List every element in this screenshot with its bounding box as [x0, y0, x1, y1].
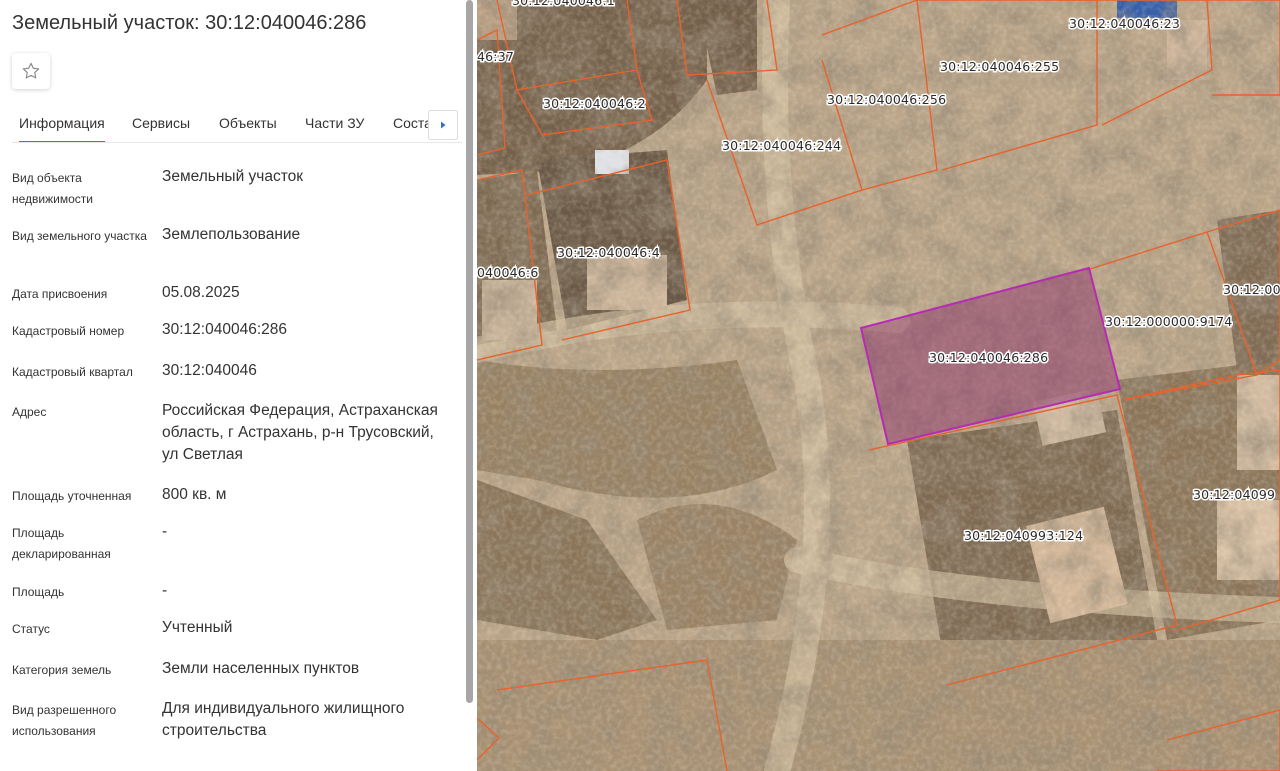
parcel-label: 30:12:00 — [1223, 282, 1280, 297]
info-panel: Земельный участок: 30:12:040046:286 Инфо… — [0, 0, 476, 771]
parcel-label: 30:12:04099 — [1193, 487, 1275, 502]
property-value: Землепользование — [162, 226, 301, 243]
property-value: 30:12:040046:286 — [162, 321, 287, 338]
tab-objects[interactable]: Объекты — [219, 103, 277, 142]
property-label: Адрес — [12, 405, 47, 419]
property-value: Земельный участок — [162, 168, 304, 185]
property-value: 800 кв. м — [162, 486, 227, 503]
property-value: - — [162, 582, 168, 599]
parcel-label: 30:12:000000:9174 — [1105, 314, 1232, 329]
property-label: Вид земельного участка — [12, 229, 147, 243]
parcel-label: 30:12:040046:2 — [543, 96, 646, 111]
property-label: Вид объекта недвижимости — [12, 171, 93, 206]
tab-composition[interactable]: Соста — [393, 103, 432, 142]
star-icon — [22, 62, 40, 79]
property-value: Для индивидуального жилищного строительс… — [162, 700, 405, 739]
tabs-scroll-right-button[interactable] — [428, 110, 458, 140]
cadastral-map[interactable]: 30:12:040046:1 30:12:040046:23 46:37 30:… — [477, 0, 1280, 771]
favorite-button[interactable] — [12, 53, 50, 89]
panel-scrollbar[interactable] — [466, 0, 473, 703]
property-label: Площадь — [12, 585, 65, 599]
property-value: - — [162, 523, 168, 540]
property-label: Кадастровый номер — [12, 324, 125, 338]
parcel-label: 30:12:040046:4 — [557, 245, 660, 260]
tab-services[interactable]: Сервисы — [132, 103, 190, 142]
parcel-label: 30:12:040993:124 — [964, 528, 1083, 543]
parcel-label: 30:12:040046:286 — [929, 350, 1048, 365]
property-value: Российская Федерация, Астраханская облас… — [162, 402, 438, 463]
parcel-label: 30:12:040046:244 — [722, 138, 841, 153]
property-value: Земли населенных пунктов — [162, 660, 360, 677]
property-value: Учтенный — [162, 619, 233, 636]
tab-information[interactable]: Информация — [19, 103, 105, 142]
parcel-label: 30:12:040046:23 — [1069, 16, 1180, 31]
caret-right-icon — [441, 121, 446, 129]
property-label: Дата присвоения — [12, 287, 108, 301]
property-label: Категория земель — [12, 663, 112, 677]
parcel-label: 30:12:040046:256 — [827, 92, 946, 107]
parcel-label: 46:37 — [477, 49, 514, 64]
property-label: Статус — [12, 622, 50, 636]
map-canvas[interactable]: 30:12:040046:1 30:12:040046:23 46:37 30:… — [477, 0, 1280, 771]
tab-parts[interactable]: Части ЗУ — [305, 103, 364, 142]
property-label: Кадастровый квартал — [12, 365, 133, 379]
property-label: Площадь декларированная — [12, 526, 111, 561]
parcel-label: 040046:6 — [477, 265, 538, 280]
parcel-label: 30:12:040046:255 — [940, 59, 1059, 74]
property-label: Вид разрешенного использования — [12, 703, 117, 738]
parcel-label: 30:12:040046:1 — [512, 0, 615, 8]
property-value: 05.08.2025 — [162, 284, 240, 301]
property-value: 30:12:040046 — [162, 362, 257, 379]
tab-bar: Информация Сервисы Объекты Части ЗУ Сост… — [12, 103, 462, 143]
property-label: Площадь уточненная — [12, 489, 132, 503]
page-title: Земельный участок: 30:12:040046:286 — [12, 12, 367, 34]
